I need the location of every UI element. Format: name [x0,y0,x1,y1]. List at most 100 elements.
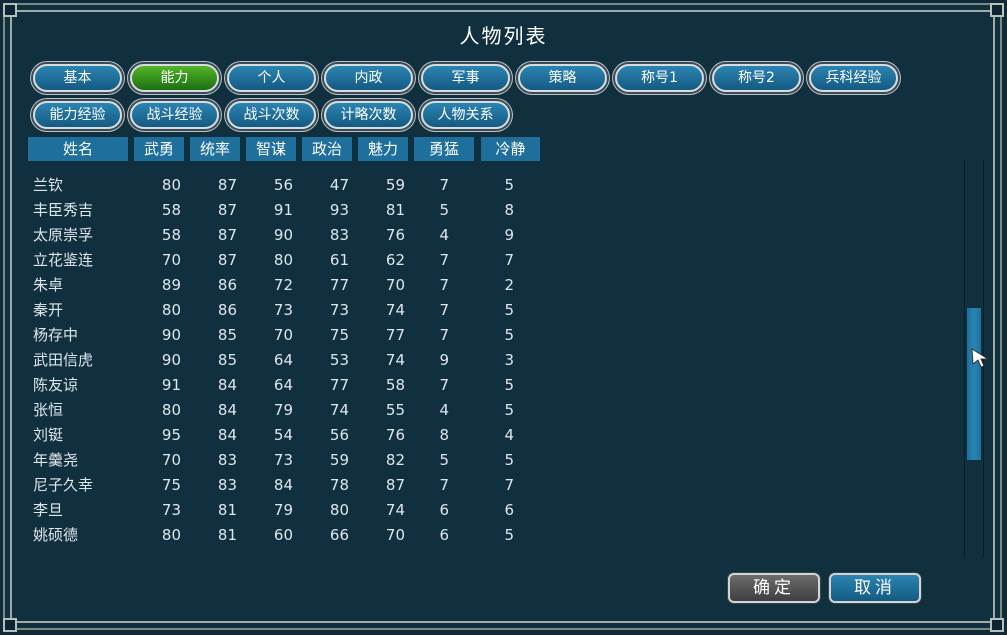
table-row[interactable]: 秦开 80 86 73 73 74 7 5 [0,298,600,323]
stat-value: 5 [504,301,514,319]
stat-value: 73 [161,501,181,519]
character-name: 太原崇孚 [33,226,94,244]
tab-r2-2[interactable]: 战斗次数 [227,101,316,129]
character-name: 刘铤 [33,426,64,444]
stat-value: 90 [273,226,293,244]
table-row[interactable]: 年羹尧 70 83 73 59 82 5 5 [0,448,600,473]
stat-value: 83 [217,476,237,494]
stat-value: 56 [273,176,293,194]
tab-r1-8[interactable]: 兵科经验 [809,64,898,92]
stat-value: 74 [385,351,405,369]
stat-value: 73 [273,301,293,319]
table-row[interactable]: 太原崇孚 58 87 90 83 76 4 9 [0,223,600,248]
stat-value: 87 [217,176,237,194]
stat-value: 81 [217,501,237,519]
tab-r1-4[interactable]: 军事 [421,64,510,92]
column-header[interactable]: 勇猛 [414,137,474,161]
stat-value: 83 [329,226,349,244]
column-header[interactable]: 武勇 [134,137,184,161]
stat-value: 8 [439,426,449,444]
stat-value: 59 [329,451,349,469]
table-row[interactable]: 张恒 80 84 79 74 55 4 5 [0,398,600,423]
frame-corner [990,618,1004,632]
stat-value: 87 [217,201,237,219]
stat-value: 58 [385,376,405,394]
stat-value: 5 [439,451,449,469]
table-row[interactable]: 立花鉴连 70 87 80 61 62 7 7 [0,248,600,273]
table-row[interactable]: 朱卓 89 86 72 77 70 7 2 [0,273,600,298]
stat-value: 7 [439,176,449,194]
confirm-button[interactable]: 确定 [728,573,820,603]
tab-r2-1[interactable]: 战斗经验 [130,101,219,129]
stat-value: 5 [504,176,514,194]
tab-r1-7[interactable]: 称号2 [712,64,801,92]
tab-r1-0[interactable]: 基本 [33,64,122,92]
cancel-button[interactable]: 取消 [829,573,921,603]
column-header[interactable]: 姓名 [28,137,128,161]
stat-value: 84 [217,376,237,394]
stat-value: 76 [385,226,405,244]
tab-r2-4[interactable]: 人物关系 [421,101,510,129]
stat-value: 9 [504,226,514,244]
stat-value: 93 [329,201,349,219]
stat-value: 78 [329,476,349,494]
table-row[interactable]: 李旦 73 81 79 80 74 6 6 [0,498,600,523]
stat-value: 91 [161,376,181,394]
tab-r2-0[interactable]: 能力经验 [33,101,122,129]
stat-value: 53 [329,351,349,369]
stat-value: 4 [504,426,514,444]
table-row[interactable]: 刘铤 95 84 54 56 76 8 4 [0,423,600,448]
stat-value: 8 [504,201,514,219]
stat-value: 87 [385,476,405,494]
frame-corner [3,3,17,17]
table-row[interactable]: 杨存中 90 85 70 75 77 7 5 [0,323,600,348]
stat-value: 7 [439,476,449,494]
stat-value: 7 [439,301,449,319]
stat-value: 54 [273,426,293,444]
stat-value: 73 [329,301,349,319]
stat-value: 74 [385,301,405,319]
table-row[interactable]: 尼子久幸 75 83 84 78 87 7 7 [0,473,600,498]
stat-value: 79 [273,401,293,419]
stat-value: 64 [273,376,293,394]
stat-value: 80 [161,176,181,194]
stat-value: 80 [273,251,293,269]
character-name: 姚硕德 [33,526,79,544]
stat-value: 7 [439,251,449,269]
tab-r1-5[interactable]: 策略 [518,64,607,92]
stat-value: 3 [504,351,514,369]
stat-value: 72 [273,276,293,294]
stat-value: 80 [161,401,181,419]
column-header[interactable]: 统率 [190,137,240,161]
column-header[interactable]: 智谋 [246,137,296,161]
character-name: 陈友谅 [33,376,79,394]
column-header[interactable]: 政治 [302,137,352,161]
character-name: 丰臣秀吉 [33,201,94,219]
tab-r1-1[interactable]: 能力 [130,64,219,92]
scrollbar-thumb[interactable] [967,308,981,460]
stat-value: 56 [329,426,349,444]
stat-value: 7 [439,376,449,394]
stat-value: 70 [161,251,181,269]
stat-value: 73 [273,451,293,469]
column-header[interactable]: 魅力 [358,137,408,161]
table-row[interactable]: 丰臣秀吉 58 87 91 93 81 5 8 [0,198,600,223]
stat-value: 86 [217,276,237,294]
table-row[interactable]: 陈友谅 91 84 64 77 58 7 5 [0,373,600,398]
character-name: 秦开 [33,301,64,319]
tab-r1-3[interactable]: 内政 [324,64,413,92]
character-name: 李旦 [33,501,64,519]
column-header[interactable]: 冷静 [481,137,540,161]
tab-r1-6[interactable]: 称号1 [615,64,704,92]
table-row[interactable]: 武田信虎 90 85 64 53 74 9 3 [0,348,600,373]
stat-value: 74 [329,401,349,419]
tab-r1-2[interactable]: 个人 [227,64,316,92]
stat-value: 7 [504,476,514,494]
stat-value: 89 [161,276,181,294]
tab-r2-3[interactable]: 计略次数 [324,101,413,129]
table-row[interactable]: 姚硕德 80 81 60 66 70 6 5 [0,523,600,548]
stat-value: 91 [273,201,293,219]
mouse-cursor-icon [971,348,990,367]
stat-value: 2 [504,276,514,294]
table-row[interactable]: 兰钦 80 87 56 47 59 7 5 [0,173,600,198]
